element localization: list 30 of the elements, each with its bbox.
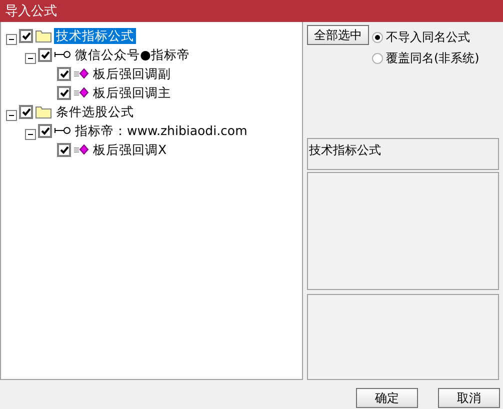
checkbox[interactable] [38, 124, 52, 138]
option-label: 覆盖同名(非系统) [386, 50, 480, 67]
checkbox[interactable] [57, 142, 71, 156]
radio-button[interactable] [372, 32, 383, 42]
tree-item[interactable]: 板后强回调主 [91, 84, 173, 100]
option-label: 不导入同名公式 [386, 29, 470, 46]
checkbox[interactable] [57, 86, 71, 100]
ok-button[interactable]: 确定 [356, 388, 418, 408]
tree-item[interactable]: 板后强回调X [91, 142, 169, 158]
info-box: 技术指标公式 [307, 138, 499, 170]
tree-item[interactable]: 微信公众号●指标帝 [73, 46, 192, 62]
checkbox[interactable] [19, 28, 33, 42]
folder-icon [35, 104, 52, 118]
formula-icon [73, 144, 89, 155]
select-all-button[interactable]: 全部选中 [307, 25, 369, 45]
tree-item[interactable]: 条件选股公式 [54, 104, 136, 120]
tree-item[interactable]: 指标帝：www.zhibiaodi.com [73, 122, 250, 138]
tree-item[interactable]: 技术指标公式 [54, 28, 136, 44]
tree-item[interactable]: 板后强回调副 [91, 66, 173, 82]
key-icon [54, 126, 71, 135]
cancel-button[interactable]: 取消 [438, 388, 500, 408]
key-icon [54, 50, 71, 59]
checkbox[interactable] [19, 104, 33, 118]
checkbox[interactable] [38, 48, 52, 62]
folder-icon [35, 28, 52, 42]
radio-button[interactable] [372, 52, 383, 64]
window-title: 导入公式 [0, 0, 503, 22]
checkbox[interactable] [57, 66, 71, 80]
formula-icon [73, 87, 89, 98]
formula-icon [73, 68, 89, 79]
